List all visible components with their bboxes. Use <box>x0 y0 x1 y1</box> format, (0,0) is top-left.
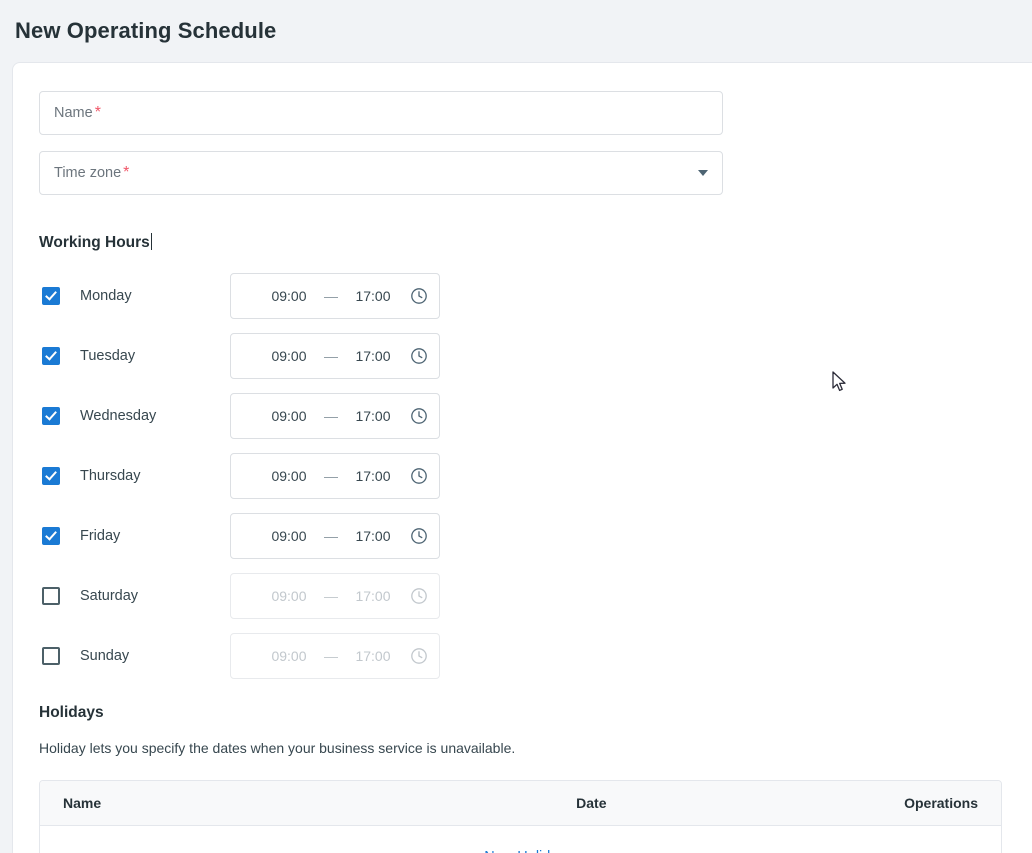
time-range-dash: — <box>324 408 338 424</box>
working-hours-heading: Working Hours <box>39 233 152 252</box>
new-holiday-button[interactable]: + New Holiday <box>467 849 565 853</box>
end-time-value: 17:00 <box>355 408 391 424</box>
end-time-value: 17:00 <box>355 468 391 484</box>
clock-icon[interactable] <box>410 527 428 545</box>
timezone-required-asterisk: * <box>123 164 130 181</box>
new-holiday-label: New Holiday <box>484 849 565 853</box>
clock-icon[interactable] <box>410 647 428 665</box>
time-range-dash: — <box>324 588 338 604</box>
day-label: Sunday <box>80 648 130 664</box>
working-hours-row: Saturday 09:00 — 17:00 <box>39 566 1032 626</box>
time-range-field[interactable]: 09:00 — 17:00 <box>230 393 440 439</box>
start-time-value: 09:00 <box>271 648 307 664</box>
working-hours-row: Thursday 09:00 — 17:00 <box>39 446 1032 506</box>
day-checkbox-tuesday[interactable] <box>42 347 60 365</box>
name-field-label: Name <box>54 105 93 121</box>
start-time-value: 09:00 <box>271 528 307 544</box>
day-label: Monday <box>80 288 132 304</box>
time-range-field[interactable]: 09:00 — 17:00 <box>230 453 440 499</box>
working-hours-list: Monday 09:00—17:00 Tuesday 09:00—17:00 Wedne… <box>39 266 1032 686</box>
clock-icon[interactable] <box>410 287 428 305</box>
form-card: Name * Time zone * Working Hours Monday 09:… <box>12 62 1032 853</box>
working-hours-heading-label: Working Hours <box>39 234 150 251</box>
working-hours-row: Tuesday 09:00 — 17:00 <box>39 326 1032 386</box>
end-time-value: 17:00 <box>355 588 391 604</box>
day-checkbox-wednesday[interactable] <box>42 407 60 425</box>
clock-icon[interactable] <box>410 407 428 425</box>
time-range-dash: — <box>324 528 338 544</box>
start-time-value: 09:00 <box>271 408 307 424</box>
end-time-value: 17:00 <box>355 648 391 664</box>
day-label: Wednesday <box>80 408 157 424</box>
column-header-name: Name <box>63 795 102 811</box>
clock-icon[interactable] <box>410 587 428 605</box>
text-caret <box>150 233 152 250</box>
time-range-dash: — <box>324 348 338 364</box>
start-time-value: 09:00 <box>271 588 307 604</box>
working-hours-row: Wednesday 09:00 — 17:00 <box>39 386 1032 446</box>
time-range-field[interactable]: 09:00 — 17:00 <box>230 513 440 559</box>
column-header-date: Date <box>576 795 607 811</box>
holidays-table-header: Name Date Operations <box>40 781 1001 826</box>
start-time-value: 09:00 <box>271 288 307 304</box>
time-range-field[interactable]: 09:00 — 17:00 <box>230 333 440 379</box>
day-checkbox-thursday[interactable] <box>42 467 60 485</box>
day-checkbox-sunday[interactable] <box>42 647 60 665</box>
holidays-heading: Holidays <box>39 704 104 721</box>
clock-icon[interactable] <box>410 467 428 485</box>
holidays-description: Holiday lets you specify the dates when … <box>39 740 516 756</box>
end-time-value: 17:00 <box>355 288 391 304</box>
timezone-field[interactable]: Time zone * <box>39 151 723 195</box>
start-time-value: 09:00 <box>271 468 307 484</box>
time-range-dash: — <box>324 648 338 664</box>
column-header-operations: Operations <box>904 795 978 811</box>
day-label: Saturday <box>80 588 139 604</box>
time-range-field: 09:00 — 17:00 <box>230 573 440 619</box>
working-hours-row: Friday 09:00 — 17:00 <box>39 506 1032 566</box>
time-range-dash: — <box>324 468 338 484</box>
end-time-value: 17:00 <box>355 528 391 544</box>
holidays-table-body: + New Holiday <box>40 826 1001 853</box>
time-range-field[interactable]: 09:00 — 17:00 <box>230 273 440 319</box>
page-title: New Operating Schedule <box>15 18 277 43</box>
clock-icon[interactable] <box>410 347 428 365</box>
start-time-value: 09:00 <box>271 348 307 364</box>
day-label: Thursday <box>80 468 141 484</box>
end-time-value: 17:00 <box>355 348 391 364</box>
day-label: Tuesday <box>80 348 136 364</box>
chevron-down-icon[interactable] <box>698 170 708 176</box>
day-checkbox-saturday[interactable] <box>42 587 60 605</box>
plus-icon: + <box>467 849 477 853</box>
day-checkbox-monday[interactable] <box>42 287 60 305</box>
page-header: New Operating Schedule <box>0 0 1032 62</box>
day-label: Friday <box>80 528 121 544</box>
holidays-table: Name Date Operations + New Holiday <box>39 780 1002 853</box>
working-hours-row: Sunday 09:00 — 17:00 <box>39 626 1032 686</box>
time-range-dash: — <box>324 288 338 304</box>
day-checkbox-friday[interactable] <box>42 527 60 545</box>
name-field[interactable]: Name * <box>39 91 723 135</box>
name-required-asterisk: * <box>94 104 101 121</box>
working-hours-row: Monday 09:00 — 17:00 <box>39 266 1032 326</box>
timezone-field-label: Time zone <box>54 165 122 181</box>
time-range-field: 09:00 — 17:00 <box>230 633 440 679</box>
